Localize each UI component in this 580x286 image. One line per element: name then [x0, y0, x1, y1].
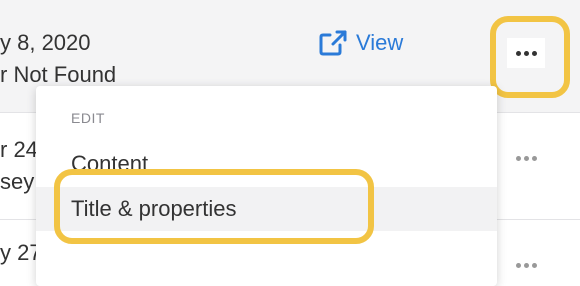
row-date: y 8, 2020: [0, 30, 91, 55]
view-link[interactable]: View: [318, 28, 403, 58]
more-actions-button[interactable]: [507, 38, 545, 68]
row-date: r 24: [0, 137, 38, 162]
menu-item-content[interactable]: Content: [36, 142, 497, 186]
more-dots-icon: [515, 155, 537, 161]
more-dots-icon: [515, 262, 537, 268]
menu-item-title-properties[interactable]: Title & properties: [36, 187, 497, 231]
more-actions-button[interactable]: [507, 250, 545, 280]
row-subtext: sey: [0, 169, 35, 194]
more-dots-icon: [515, 50, 537, 56]
view-label: View: [356, 30, 404, 55]
actions-dropdown-menu: EDIT Content Title & properties: [36, 86, 497, 286]
menu-section-label: EDIT: [71, 110, 105, 126]
external-link-icon: [318, 29, 348, 57]
row-subtext: r Not Found: [0, 62, 117, 87]
more-actions-button[interactable]: [507, 143, 545, 173]
